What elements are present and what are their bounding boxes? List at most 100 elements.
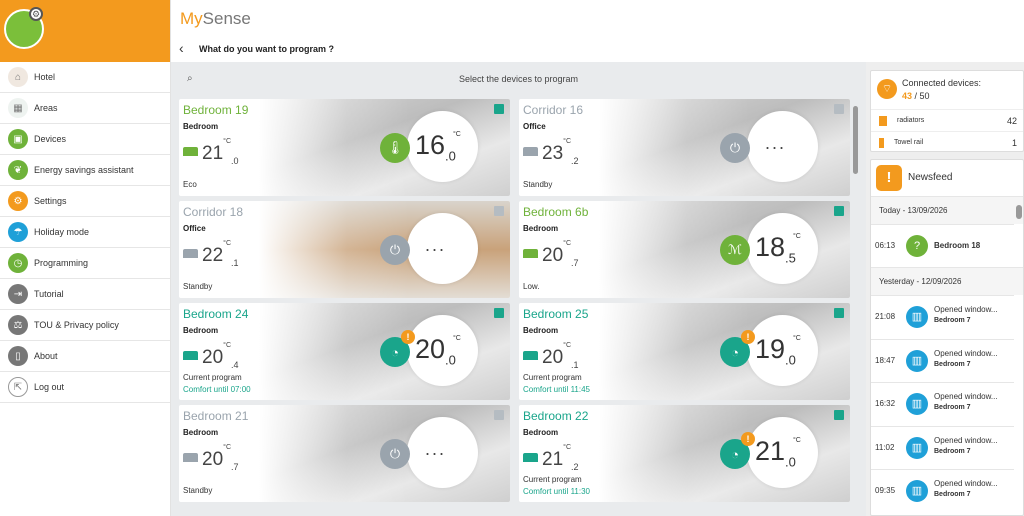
feed-time: 18:47	[875, 355, 896, 365]
save-icon[interactable]	[834, 410, 844, 420]
save-icon[interactable]	[834, 104, 844, 114]
newsfeed-item[interactable]: 16:32 ▥ Opened window... Bedroom 7	[871, 382, 1014, 425]
sidebar-item-log-out[interactable]: ⇱ Log out	[0, 372, 170, 403]
right-panel: ⌔ Connected devices: 43 / 50 radiators 42…	[866, 62, 1024, 516]
device-card[interactable]: Corridor 18 Office 22°C.1 Standby... ⏻	[179, 201, 510, 298]
devices-icon: ▣	[8, 129, 28, 149]
sidebar-item-about[interactable]: ▯ About	[0, 341, 170, 372]
newsfeed-item[interactable]: 21:08 ▥ Opened window... Bedroom 7	[871, 295, 1014, 338]
device-scrollbar[interactable]	[851, 94, 860, 514]
device-name: Bedroom 25	[523, 307, 589, 321]
bed-icon	[183, 351, 198, 361]
device-card[interactable]: Bedroom 19 Bedroom 21°C.0 Eco 16 °C .0 🌡︎	[179, 99, 510, 196]
room-type: Office	[183, 224, 206, 233]
sidebar-item-label: Energy savings assistant	[34, 165, 134, 175]
save-icon[interactable]	[494, 410, 504, 420]
newsfeed-scrollbar[interactable]	[1016, 205, 1022, 219]
newsfeed-item[interactable]: 11:02 ▥ Opened window... Bedroom 7	[871, 425, 1014, 469]
room-type: Bedroom	[523, 326, 559, 335]
program-until: Comfort until 11:45	[523, 385, 590, 394]
window-icon: ▥	[906, 393, 928, 415]
status-text: Standby	[183, 486, 213, 495]
sidebar-item-label: Tutorial	[34, 289, 64, 299]
sidebar-item-label: Settings	[34, 196, 67, 206]
setpoint-temperature: 18 °C .5	[755, 232, 801, 266]
power-icon[interactable]: ⏻	[380, 235, 410, 265]
warning-icon: !	[741, 432, 755, 446]
program-text: Current program	[523, 373, 582, 382]
room-type: Bedroom	[183, 326, 219, 335]
status-text: Eco	[183, 180, 197, 189]
ambient-temperature: 20°C.1	[523, 342, 579, 370]
connected-label: Connected devices:	[902, 78, 982, 88]
sidebar-item-label: About	[34, 351, 58, 361]
setpoint-placeholder: ...	[425, 235, 447, 255]
save-icon[interactable]	[494, 308, 504, 318]
gear-icon[interactable]: ⚙	[29, 7, 43, 21]
tree-icon[interactable]: ℳ	[720, 235, 750, 265]
sidebar-item-settings[interactable]: ⚙ Settings	[0, 186, 170, 217]
newsfeed-item[interactable]: 09:35 ▥ Opened window... Bedroom 7	[871, 469, 1014, 512]
save-icon[interactable]	[494, 104, 504, 114]
setpoint-placeholder: ...	[765, 133, 787, 153]
room-type: Bedroom	[183, 428, 219, 437]
logo-bar: ⚙	[0, 0, 170, 62]
device-card[interactable]: Bedroom 6b Bedroom 20°C.7 Low. 18 °C .5 ℳ	[519, 201, 850, 298]
sidebar-item-label: Holiday mode	[34, 227, 90, 237]
home-icon: ⌂	[8, 67, 28, 87]
scrollbar-thumb[interactable]	[853, 106, 858, 174]
towel-rail-row[interactable]: Towel rail 1	[871, 131, 1023, 153]
leaf-icon: ❦	[8, 160, 28, 180]
window-icon: ▥	[906, 349, 928, 372]
sidebar-item-label: Devices	[34, 134, 67, 144]
sidebar-item-devices[interactable]: ▣ Devices	[0, 124, 170, 155]
feed-title: Opened window...	[934, 305, 998, 314]
select-hint: Select the devices to program	[458, 74, 579, 84]
radiators-row[interactable]: radiators 42	[871, 109, 1023, 131]
back-arrow-icon[interactable]: ‹	[179, 40, 184, 56]
bed-icon	[183, 249, 198, 259]
device-name: Bedroom 21	[183, 409, 249, 423]
warning-icon: !	[401, 330, 415, 344]
device-list: ⌕ Select the devices to program Bedroom …	[171, 62, 866, 516]
scales-icon: ⚖	[8, 315, 28, 335]
sidebar-item-programming[interactable]: ◷ Programming	[0, 248, 170, 279]
bed-icon	[523, 351, 538, 361]
setpoint-temperature: 16 °C .0	[415, 130, 461, 164]
newsfeed-title: Newsfeed	[908, 172, 953, 183]
feed-time: 11:02	[875, 442, 895, 452]
phone-icon: ▯	[8, 346, 28, 366]
sidebar-item-tutorial[interactable]: ⇥ Tutorial	[0, 279, 170, 310]
wifi-icon: ⌔	[877, 79, 897, 99]
ambient-temperature: 21°C.2	[523, 444, 579, 472]
sidebar-nav: ⌂ Hotel ▦ Areas ▣ Devices ❦ Energy savings assi…	[0, 62, 170, 403]
grid-icon: ▦	[8, 98, 28, 118]
power-icon[interactable]: ⏻	[380, 439, 410, 469]
device-card[interactable]: Bedroom 21 Bedroom 20°C.7 Standby... ⏻	[179, 405, 510, 502]
sidebar-item-tou-privacy-policy[interactable]: ⚖ TOU & Privacy policy	[0, 310, 170, 341]
newsfeed-item[interactable]: 18:47 ▥ Opened window... Bedroom 7	[871, 338, 1014, 382]
device-card[interactable]: Bedroom 24 Bedroom 20°C.4 Current program Co…	[179, 303, 510, 400]
save-icon[interactable]	[834, 206, 844, 216]
sidebar-item-areas[interactable]: ▦ Areas	[0, 93, 170, 124]
bed-icon	[183, 453, 198, 463]
save-icon[interactable]	[494, 206, 504, 216]
program-text: Current program	[523, 475, 582, 484]
sidebar-item-holiday-mode[interactable]: ☂ Holiday mode	[0, 217, 170, 248]
sidebar-item-hotel[interactable]: ⌂ Hotel	[0, 62, 170, 93]
feed-title: Opened window...	[934, 348, 998, 358]
feed-room: Bedroom 7	[934, 360, 971, 368]
window-icon: ▥	[906, 306, 928, 328]
device-card[interactable]: Bedroom 25 Bedroom 20°C.1 Current program Co…	[519, 303, 850, 400]
bed-icon	[523, 249, 538, 259]
save-icon[interactable]	[834, 308, 844, 318]
device-card[interactable]: Bedroom 22 Bedroom 21°C.2 Current program Co…	[519, 405, 850, 502]
power-icon[interactable]: ⏻	[720, 133, 750, 163]
beach-icon: ☂	[8, 222, 28, 242]
thermometer-icon[interactable]: 🌡︎	[380, 133, 410, 163]
ambient-temperature: 21°C.0	[183, 138, 239, 166]
newsfeed-item[interactable]: 06:13? Bedroom 18	[871, 224, 1014, 267]
sidebar-item-energy-savings-assistant[interactable]: ❦ Energy savings assistant	[0, 155, 170, 186]
device-card[interactable]: Corridor 16 Office 23°C.2 Standby... ⏻	[519, 99, 850, 196]
bed-icon	[523, 147, 538, 157]
